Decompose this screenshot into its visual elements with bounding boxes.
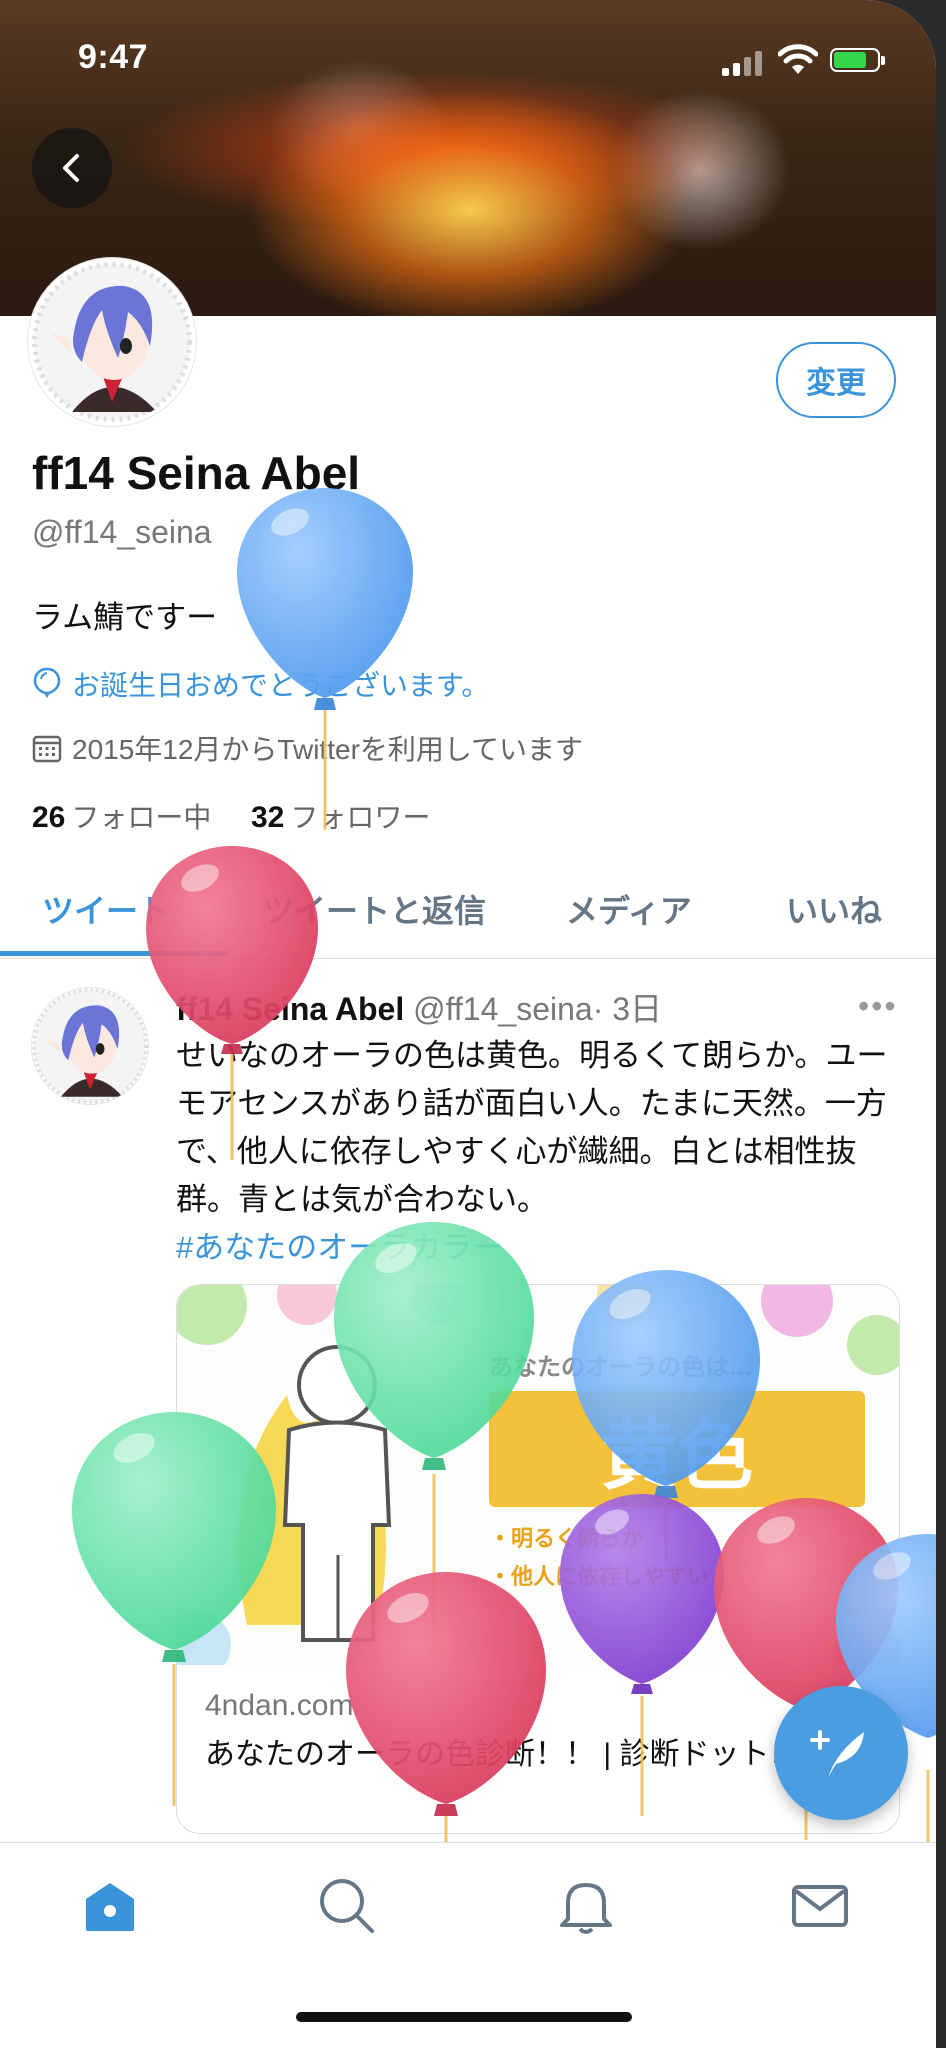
tweet-time: · 3日: [592, 991, 663, 1027]
profile-handle: @ff14_seina: [32, 514, 212, 550]
tweet-body: せいなのオーラの色は黄色。明るくて朗らか。ユーモアセンスがあり話が面白い人。たま…: [176, 1032, 896, 1272]
balloon-blue-1: [237, 488, 413, 830]
following-label: フォロー中: [71, 802, 212, 833]
profile-avatar[interactable]: [28, 258, 196, 426]
joined-row: 2015年12月からTwitterを利用しています: [32, 728, 583, 768]
card-domain: 4ndan.com: [205, 1689, 354, 1722]
mail-icon[interactable]: [788, 1873, 852, 1937]
profile-bio: ラム鯖ですー: [32, 600, 218, 635]
tweet-author-name[interactable]: ff14 Seina Abel: [176, 991, 404, 1027]
home-icon[interactable]: [78, 1873, 142, 1937]
follow-stats: 26 フォロー中 32 フォロワー: [32, 796, 430, 836]
tab-media[interactable]: メディア: [566, 886, 692, 932]
following-count: 26: [32, 801, 66, 834]
tab-likes[interactable]: いいね: [786, 886, 882, 932]
card-title: あなたのオーラの色診断！！ | 診断ドットコム: [205, 1738, 830, 1771]
birthday-row: お誕生日おめでとうございます。: [32, 664, 489, 704]
profile-tabs: ツイート ツイートと返信 メディア いいね: [0, 862, 936, 959]
balloon-pin-icon: [33, 667, 61, 698]
cellular-signal-icon: [722, 50, 766, 76]
tweet-avatar[interactable]: [32, 988, 148, 1104]
compose-quill-icon: [810, 1730, 864, 1778]
followers-label: フォロワー: [290, 802, 431, 833]
battery-icon: [830, 48, 885, 72]
tweet-header: ff14 Seina Abel @ff14_seina· 3日: [176, 984, 662, 1030]
tweet-hashtag[interactable]: #あなたのオーラカラー: [176, 1230, 503, 1265]
edit-profile-button[interactable]: 変更: [776, 342, 896, 418]
tab-tweets-and-replies[interactable]: ツイートと返信: [262, 886, 486, 932]
bell-icon[interactable]: [554, 1873, 618, 1937]
calendar-icon: [32, 735, 62, 763]
joined-text: 2015年12月からTwitterを利用しています: [72, 734, 584, 765]
card-image-color: 黄色: [601, 1414, 753, 1499]
profile-name: ff14 Seina Abel: [32, 447, 361, 499]
home-indicator: [296, 2012, 632, 2022]
compose-tweet-button[interactable]: [774, 1686, 908, 1820]
avatar-illustration: [32, 988, 148, 1104]
tab-tweets[interactable]: ツイート: [42, 886, 170, 932]
card-image-point-2: ・他人に依存しやすい: [489, 1564, 709, 1589]
search-icon[interactable]: [314, 1873, 378, 1937]
card-image-heading: あなたのオーラの色は…: [489, 1354, 753, 1381]
wifi-icon: [778, 44, 818, 74]
status-bar: 9:47: [0, 0, 936, 110]
tweet-more-button[interactable]: •••: [858, 988, 898, 1025]
tweet-author-handle: @ff14_seina: [413, 991, 593, 1027]
chevron-left-icon: [63, 154, 79, 182]
followers-count: 32: [250, 801, 285, 834]
back-button[interactable]: [32, 128, 112, 208]
tweet-text: せいなのオーラの色は黄色。明るくて朗らか。ユーモアセンスがあり話が面白い人。たま…: [176, 1038, 888, 1217]
active-tab-indicator: [0, 951, 228, 956]
phone-screen: 9:47 変更 ff14 Seina Abel @ff14_seina ラム鯖で…: [0, 0, 936, 2048]
status-time: 9:47: [78, 38, 149, 76]
following-link[interactable]: 26 フォロー中: [32, 801, 212, 834]
followers-link[interactable]: 32 フォロワー: [250, 801, 431, 834]
card-image-point-1: ・明るく朗らか: [489, 1526, 644, 1551]
avatar-illustration: [32, 262, 192, 422]
birthday-text[interactable]: お誕生日おめでとうございます。: [72, 664, 489, 704]
